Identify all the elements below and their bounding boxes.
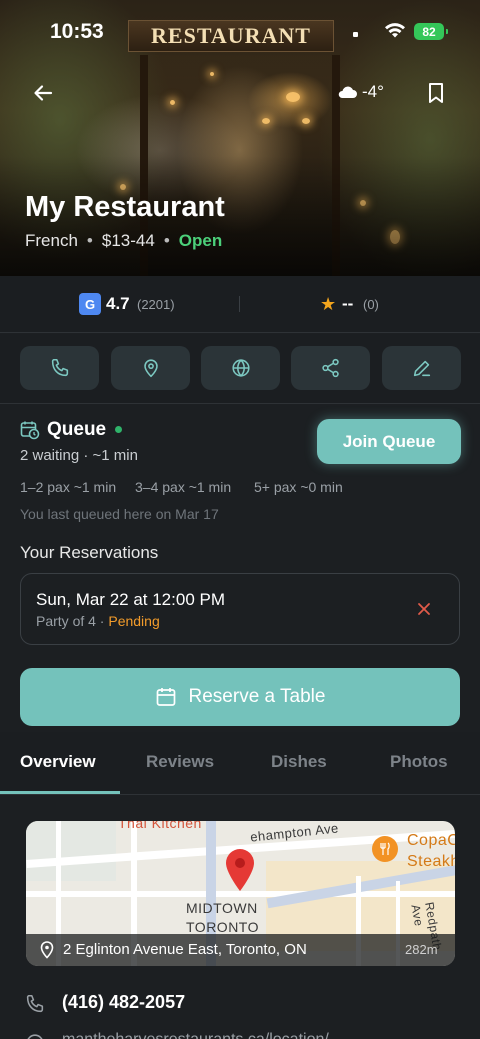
share-button[interactable] [291, 346, 370, 390]
rating-divider [239, 296, 240, 312]
phone-icon [24, 993, 46, 1020]
google-icon: G [79, 293, 101, 315]
bookmark-icon [429, 83, 443, 103]
app-rating[interactable]: -- [342, 294, 353, 314]
calendar-clock-icon [20, 420, 40, 445]
arrow-left-icon [34, 85, 53, 101]
star-icon: ★ [320, 294, 337, 314]
bookmark-button[interactable] [420, 76, 452, 110]
restaurant-meta: French • $13-44 • Open [25, 231, 223, 250]
reservation-status: Pending [108, 613, 160, 629]
location-pin-icon [143, 359, 158, 378]
website-link[interactable]: mantheharvesrestaurants.ca/location/... [62, 1031, 342, 1039]
battery-icon: 82 [414, 23, 448, 40]
weather-indicator: -4° [336, 82, 384, 102]
edit-button[interactable] [382, 346, 461, 390]
google-rating[interactable]: 4.7 [106, 294, 130, 314]
status-time: 10:53 [50, 20, 104, 43]
queue-title: Queue [47, 419, 107, 440]
phone-icon [51, 358, 68, 377]
phone-number[interactable]: (416) 482-2057 [62, 992, 185, 1013]
app-review-count: (0) [363, 297, 379, 312]
reserve-table-label: Reserve a Table [188, 686, 326, 707]
weather-temp: -4° [362, 82, 384, 101]
cuisine: French [25, 231, 78, 250]
wifi-icon [384, 22, 406, 44]
reservation-party: Party of 4 · Pending [36, 613, 160, 629]
price-range: $13-44 [101, 231, 155, 250]
cancel-reservation-button[interactable] [412, 597, 436, 621]
location-pin-icon [40, 941, 54, 964]
queue-active-indicator [115, 426, 122, 433]
queue-pax-small: 1–2 pax ~1 min [20, 479, 117, 495]
edit-icon [413, 360, 430, 377]
tab-dishes[interactable]: Dishes [271, 752, 327, 772]
map-address: 2 Eglinton Avenue East, Toronto, ON [63, 941, 307, 958]
cellular-icon [353, 32, 358, 37]
ratings-row [0, 276, 480, 333]
cloud-icon [338, 86, 357, 98]
google-review-count: (2201) [137, 297, 175, 312]
map-pin-icon [225, 848, 255, 897]
reservations-heading: Your Reservations [20, 543, 159, 562]
reserve-table-button[interactable]: Reserve a Table [20, 668, 460, 726]
globe-icon [24, 1032, 46, 1039]
website-button[interactable] [201, 346, 280, 390]
tab-photos[interactable]: Photos [390, 752, 448, 772]
restaurant-name: My Restaurant [25, 191, 225, 223]
globe-icon [231, 359, 250, 377]
last-queued-note: You last queued here on Mar 17 [20, 506, 219, 522]
calendar-icon [156, 688, 175, 706]
queue-pax-large: 5+ pax ~0 min [254, 479, 343, 495]
status-bar: 10:53 82 [0, 0, 480, 62]
tab-overview[interactable]: Overview [20, 752, 96, 772]
reservation-date: Sun, Mar 22 at 12:00 PM [36, 590, 225, 609]
queue-pax-medium: 3–4 pax ~1 min [135, 479, 232, 495]
join-queue-button[interactable]: Join Queue [317, 419, 461, 464]
back-button[interactable] [26, 76, 60, 110]
restaurant-marker-icon [372, 836, 398, 862]
close-icon [418, 603, 430, 615]
active-tab-indicator [0, 791, 120, 794]
open-status: Open [178, 231, 223, 250]
call-button[interactable] [20, 346, 99, 390]
map-distance: 282m [405, 942, 438, 957]
directions-button[interactable] [111, 346, 190, 390]
tab-reviews[interactable]: Reviews [146, 752, 214, 772]
share-icon [321, 358, 339, 378]
queue-waiting: 2 waiting · ~1 min [20, 447, 138, 464]
